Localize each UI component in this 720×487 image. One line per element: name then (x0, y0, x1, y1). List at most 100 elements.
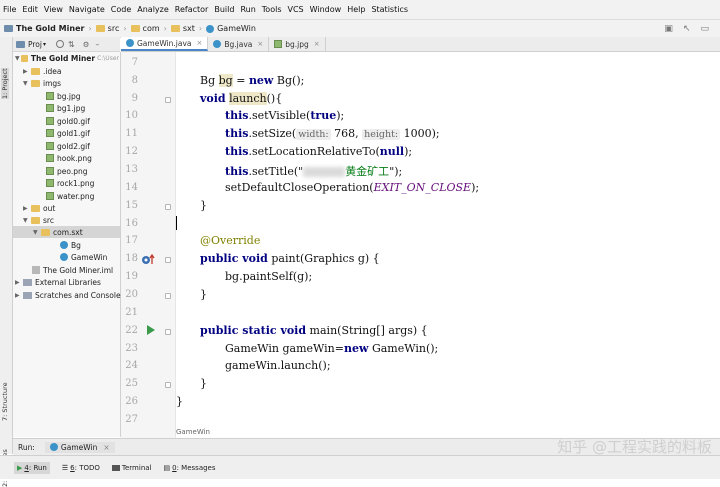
project-view-selector[interactable]: Proj (28, 40, 42, 49)
hide-icon[interactable]: – (95, 40, 99, 49)
breadcrumb-gamewin[interactable]: GameWin (202, 24, 256, 33)
line-number: 12 (125, 146, 138, 157)
menu-window[interactable]: Window (307, 5, 345, 14)
code-line-10: this.setVisible(true); (225, 109, 345, 122)
menu-vcs[interactable]: VCS (285, 5, 307, 14)
close-icon[interactable]: × (103, 443, 109, 452)
image-file-icon (46, 92, 54, 100)
tree-item[interactable]: ▶ .idea (23, 65, 61, 77)
tree-item[interactable]: ▼ The Gold Miner C:\User (15, 52, 119, 64)
redacted-blur (303, 167, 346, 177)
minimize-icon[interactable]: ▭ (700, 24, 709, 34)
tab-gamewin-java[interactable]: GameWin.java × (121, 37, 209, 51)
code-line-18: public void paint(Graphics g) { (200, 252, 380, 265)
fold-marker-icon[interactable] (165, 204, 171, 210)
tab-bg-jpg[interactable]: bg.jpg × (269, 37, 326, 51)
breadcrumb-src[interactable]: src › (92, 24, 127, 33)
menu-statistics[interactable]: Statistics (368, 5, 411, 14)
menu-code[interactable]: Code (108, 5, 134, 14)
image-file-icon (46, 179, 54, 187)
messages-tool-button[interactable]: ▤ 0: Messages (164, 464, 216, 472)
editor-breadcrumb[interactable]: GameWin (176, 428, 210, 436)
tree-item[interactable]: rock1.png (46, 177, 94, 189)
tree-item[interactable]: Bg (60, 239, 81, 251)
tree-item[interactable]: bg1.jpg (46, 102, 85, 114)
close-icon[interactable]: × (257, 40, 263, 48)
layout-icon[interactable]: ▣ (664, 24, 673, 34)
tree-item[interactable]: GameWin (60, 251, 107, 263)
menu-run[interactable]: Run (237, 5, 258, 14)
image-file-icon (46, 117, 54, 125)
hammer-icon[interactable]: ↖ (683, 24, 691, 34)
menu-tools[interactable]: Tools (259, 5, 285, 14)
code-editor[interactable]: Bg bg = new Bg(); void launch(){ this.se… (176, 52, 720, 438)
fold-marker-icon[interactable] (165, 382, 171, 388)
run-tool-button[interactable]: ▶ 4: Run (14, 461, 50, 474)
menu-file[interactable]: File (0, 5, 19, 14)
folder-icon (31, 67, 40, 75)
code-line-25: } (200, 377, 207, 390)
run-config-tab[interactable]: GameWin × (44, 441, 115, 453)
close-icon[interactable]: × (197, 39, 203, 47)
menu-edit[interactable]: Edit (19, 5, 41, 14)
code-line-22: public static void main(String[] args) { (200, 324, 428, 337)
fold-marker-icon[interactable] (165, 293, 171, 299)
breadcrumb-com[interactable]: com › (127, 24, 167, 33)
menu-build[interactable]: Build (211, 5, 237, 14)
image-file-icon (46, 142, 54, 150)
folder-icon (95, 25, 105, 32)
tree-item-selected[interactable]: ▼ com.sxt (13, 226, 120, 238)
terminal-tool-button[interactable]: Terminal (111, 464, 152, 472)
watermark: 知乎 @工程实践的料板 (557, 438, 712, 456)
tree-item[interactable]: ▶ Scratches and Consoles (15, 289, 124, 301)
todo-tool-button[interactable]: ☰ 6: TODO (62, 464, 100, 472)
list-icon: ☰ (61, 463, 69, 472)
code-line-13: this.setTitle(" 黄金矿工"); (225, 165, 403, 178)
image-file-icon (46, 104, 54, 112)
line-number: 27 (125, 414, 138, 425)
gear-icon[interactable]: ⚙ (83, 40, 90, 49)
line-number: 18 (125, 253, 138, 264)
terminal-icon (111, 464, 120, 471)
tree-item[interactable]: hook.png (46, 152, 92, 164)
parameter-hint: width: (296, 129, 331, 140)
project-tool-tab[interactable]: 1: Project (1, 68, 9, 99)
tree-item[interactable]: ▼ imgs (23, 77, 61, 89)
tree-item[interactable]: ▶ External Libraries (15, 276, 101, 288)
collapse-icon[interactable]: ⇅ (68, 40, 75, 49)
run-main-icon[interactable] (146, 325, 156, 335)
tree-item[interactable]: ▼ src (23, 214, 54, 226)
image-file-icon (46, 154, 54, 162)
tree-item[interactable]: water.png (46, 190, 94, 202)
tree-item[interactable]: gold1.gif (46, 127, 90, 139)
tree-item[interactable]: The Gold Miner.iml (32, 264, 113, 276)
fold-marker-icon[interactable] (165, 257, 171, 263)
iml-file-icon (32, 266, 40, 274)
breadcrumb-project[interactable]: The Gold Miner › (0, 24, 92, 33)
line-number: 25 (125, 378, 138, 389)
menu-analyze[interactable]: Analyze (134, 5, 172, 14)
class-icon (60, 253, 68, 261)
tree-item[interactable]: gold2.gif (46, 140, 90, 152)
project-folder-icon (4, 25, 13, 32)
tab-bg-java[interactable]: Bg.java × (208, 37, 270, 51)
project-panel-header: Proj ▾ ⇅ ⚙ – (13, 37, 120, 52)
structure-tool-tab[interactable]: 7: Structure (1, 382, 9, 421)
tree-item[interactable]: peo.png (46, 165, 88, 177)
fold-marker-icon[interactable] (165, 329, 171, 335)
tree-item[interactable]: bg.jpg (46, 90, 81, 102)
breadcrumb-sxt[interactable]: sxt › (167, 24, 202, 33)
override-method-icon[interactable] (141, 254, 155, 266)
menu-navigate[interactable]: Navigate (66, 5, 108, 14)
close-icon[interactable]: × (314, 40, 320, 48)
tool-window-bar: ▶ 4: Run ☰ 6: TODO Terminal ▤ 0: Messages (0, 455, 720, 479)
menu-help[interactable]: Help (344, 5, 368, 14)
menu-refactor[interactable]: Refactor (172, 5, 212, 14)
tree-item[interactable]: ▶ out (23, 202, 55, 214)
locate-icon[interactable] (56, 40, 64, 48)
tree-item[interactable]: gold0.gif (46, 115, 90, 127)
scratches-icon (23, 291, 32, 299)
menu-view[interactable]: View (41, 5, 66, 14)
fold-marker-icon[interactable] (165, 97, 171, 103)
code-line-8: Bg bg = new Bg(); (200, 74, 305, 87)
